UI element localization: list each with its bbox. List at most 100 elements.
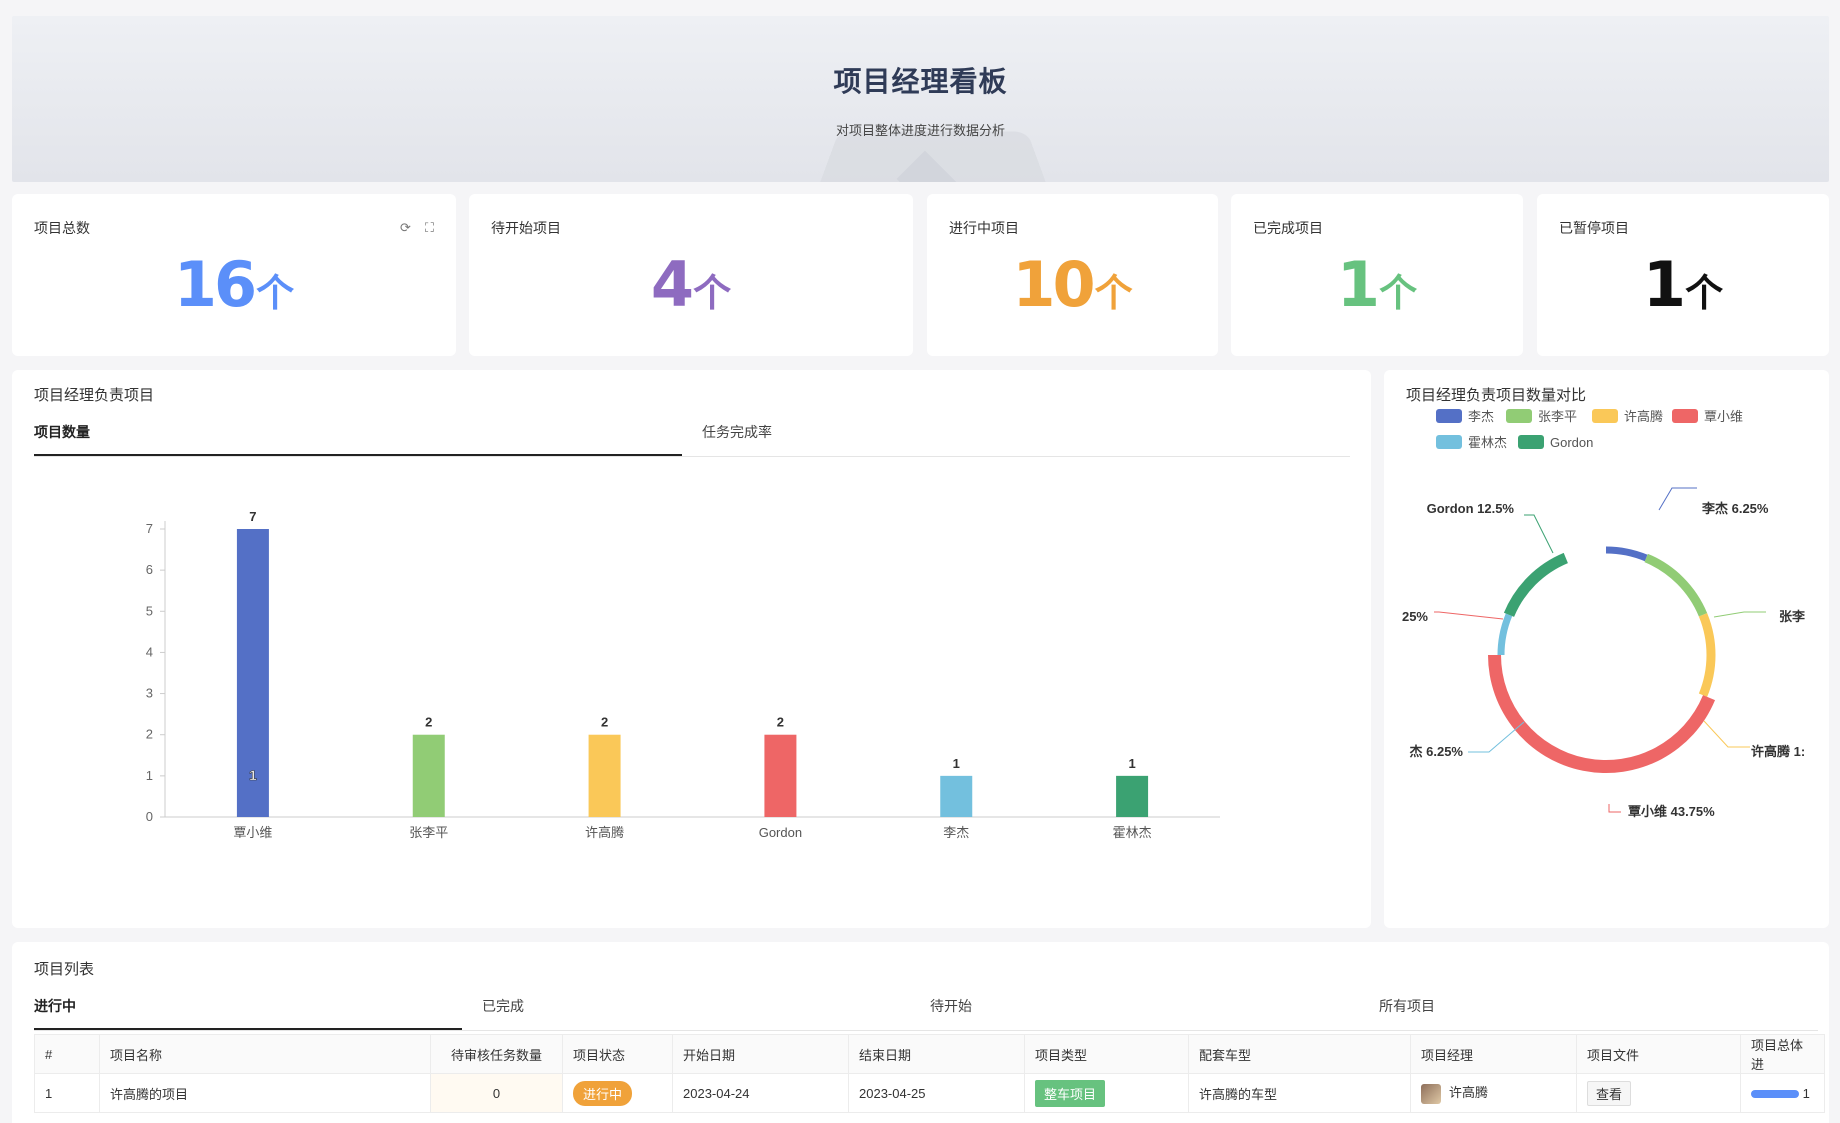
legend-swatch (1506, 409, 1532, 423)
legend-label: 李杰 (1468, 409, 1494, 424)
bar-value-label: 2 (777, 715, 784, 730)
cell-name: 许高腾的项目 (99, 1073, 431, 1113)
donut-slice-2 (1698, 613, 1716, 697)
cell-model: 许高腾的车型 (1188, 1073, 1411, 1113)
stat-number: 1 (1642, 248, 1686, 321)
col-name: 项目名称 (99, 1034, 431, 1074)
legend-swatch (1592, 409, 1618, 423)
bar-value-label: 1 (953, 756, 960, 771)
y-tick-label: 3 (146, 686, 153, 701)
stat-unit: 个 (1094, 271, 1133, 315)
donut-slice-1 (1644, 553, 1708, 617)
stat-label: 待开始项目 (491, 220, 561, 236)
y-tick-label: 6 (146, 562, 153, 577)
fullscreen-icon[interactable]: ⛶ (425, 220, 434, 236)
cell-end: 2023-04-25 (848, 1073, 1025, 1113)
x-tick-label: 覃小维 (233, 825, 272, 840)
slice-leader-line (1658, 487, 1697, 511)
col-model: 配套车型 (1188, 1034, 1411, 1074)
stat-unit: 个 (256, 271, 295, 315)
table-header-row: # 项目名称 待审核任务数量 项目状态 开始日期 结束日期 项目类型 配套车型 … (34, 1034, 1825, 1074)
x-tick-label: 张李平 (409, 825, 448, 840)
slice-leader-line (1608, 804, 1621, 813)
manager-name: 许高腾 (1449, 1085, 1489, 1101)
tab-all-projects[interactable]: 所有项目 (1379, 986, 1435, 1030)
donut-slice-4 (1497, 613, 1513, 655)
view-file-button[interactable]: 查看 (1587, 1080, 1632, 1106)
stat-card-paused: 已暂停项目 1个 (1537, 194, 1829, 356)
legend-label: 张李平 (1538, 409, 1577, 424)
bar-value-label: 2 (601, 715, 608, 730)
stat-unit: 个 (1685, 271, 1724, 315)
donut-slice-5 (1503, 552, 1568, 617)
bar-value-label: 7 (249, 509, 256, 524)
cell-manager: 许高腾 (1410, 1073, 1577, 1113)
col-progress: 项目总体进 (1740, 1034, 1825, 1074)
stat-number: 1 (1336, 248, 1380, 321)
legend-label: 许高腾 (1624, 409, 1663, 424)
col-pending: 待审核任务数量 (430, 1034, 563, 1074)
x-tick-label: Gordon (759, 825, 802, 840)
page-title: 项目经理看板 (833, 66, 1008, 97)
stat-value: 10个 (927, 254, 1218, 316)
cell-type: 整车项目 (1024, 1073, 1189, 1113)
legend-swatch (1436, 435, 1462, 449)
refresh-icon[interactable]: ⟳ (400, 220, 411, 236)
bar-value-label: 2 (425, 715, 432, 730)
legend-swatch (1436, 409, 1462, 423)
cell-index: 1 (34, 1073, 100, 1113)
x-tick-label: 霍林杰 (1113, 825, 1152, 840)
col-end: 结束日期 (848, 1034, 1025, 1074)
donut-slice-3 (1488, 655, 1716, 774)
bar-4 (940, 775, 973, 817)
stat-number: 16 (173, 248, 257, 321)
slice-label: 覃小维 43.75% (1628, 804, 1715, 819)
bar-2 (588, 734, 621, 817)
bar-5 (1116, 775, 1149, 817)
col-index: # (34, 1034, 100, 1074)
bar-3 (764, 734, 797, 817)
y-tick-label: 1 (146, 768, 153, 783)
pie-chart-card: 项目经理负责项目数量对比 李杰 张李平 许高腾 覃小维 霍林杰 Gordon 李杰 6.25… (1384, 370, 1829, 928)
y-tick-label: 5 (146, 603, 153, 618)
col-manager: 项目经理 (1410, 1034, 1577, 1074)
legend-swatch (1672, 409, 1698, 423)
tab-pending[interactable]: 待开始 (930, 986, 1379, 1030)
y-tick-label: 2 (146, 727, 153, 742)
table-row[interactable]: 1 许高腾的项目 0 进行中 2023-04-24 2023-04-25 整车项… (34, 1073, 1825, 1113)
x-tick-label: 许高腾 (585, 825, 624, 840)
y-tick-label: 7 (146, 521, 153, 536)
stat-unit: 个 (1379, 271, 1418, 315)
legend-label: 霍林杰 (1468, 435, 1507, 450)
cell-start: 2023-04-24 (672, 1073, 849, 1113)
donut-chart: 李杰 张李平 许高腾 覃小维霍林杰 Gordon 李杰 6.25% 张李许高腾 1: 覃小维 … (1402, 409, 1806, 819)
cell-progress: 1 (1740, 1073, 1825, 1113)
cell-file: 查看 (1576, 1073, 1741, 1113)
bar-inner-label: 1 (249, 767, 257, 783)
bar-chart: 0 1 2 3 4 5 6 7 7 覃小维 2 张李平 2 许高腾 2 Gordon 1 李杰 1 霍林杰 1 (146, 509, 1220, 840)
legend-label: Gordon (1550, 435, 1593, 450)
list-section-title: 项目列表 (34, 961, 95, 978)
bar-chart-card: 项目经理负责项目 项目数量 任务完成率 0 1 2 3 4 5 6 7 7 覃小维 2 张李平 2 许高腾… (12, 370, 1371, 928)
bar-value-label: 1 (1128, 756, 1135, 771)
stat-card-total: 项目总数 ⟳ ⛶ 16个 (12, 194, 456, 356)
cell-status: 进行中 (562, 1073, 673, 1113)
tab-completed[interactable]: 已完成 (462, 986, 930, 1030)
stat-label: 已暂停项目 (1559, 220, 1629, 236)
slice-label: 李杰 6.25% (1701, 501, 1769, 516)
stat-number: 4 (650, 248, 694, 321)
stat-card-in-progress: 进行中项目 10个 (927, 194, 1218, 356)
y-tick-label: 4 (146, 644, 153, 659)
cell-pending: 0 (430, 1073, 563, 1113)
legend-swatch (1518, 435, 1544, 449)
slice-label: 杰 6.25% (1410, 744, 1464, 759)
slice-leader-line (1713, 611, 1766, 618)
slice-leader-line (1524, 514, 1554, 554)
stat-card-pending: 待开始项目 4个 (469, 194, 913, 356)
tab-in-progress[interactable]: 进行中 (34, 986, 462, 1030)
col-status: 项目状态 (562, 1034, 673, 1074)
project-list-card: 项目列表 进行中 已完成 待开始 所有项目 # 项目名称 待审核任务数量 项目状… (12, 942, 1829, 1123)
status-badge: 进行中 (573, 1080, 633, 1106)
donut-slice-0 (1606, 546, 1648, 562)
x-tick-label: 李杰 (943, 825, 969, 840)
